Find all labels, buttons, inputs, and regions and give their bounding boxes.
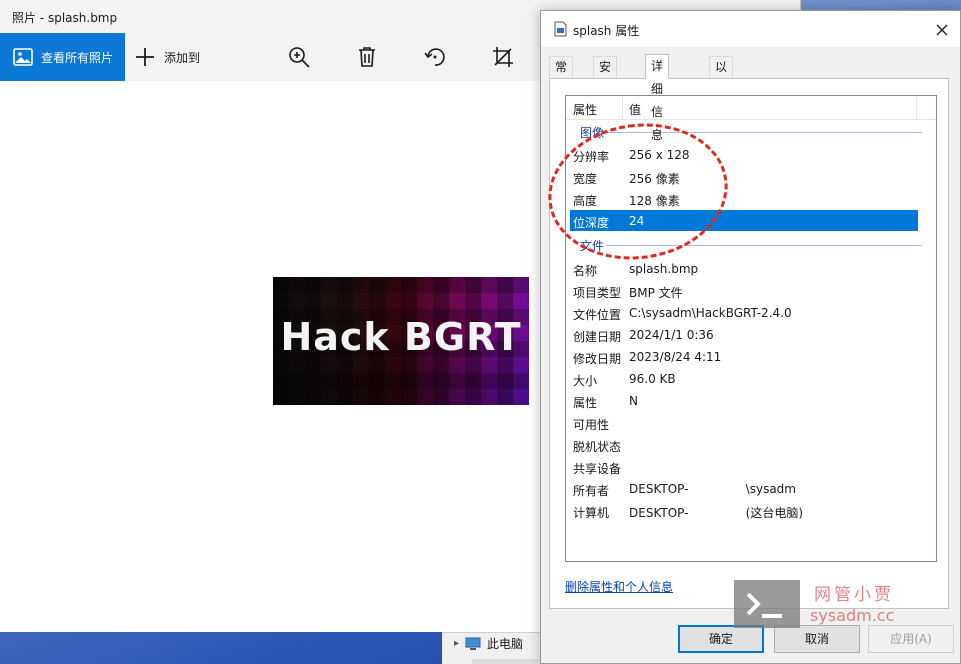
property-key: 脱机状态	[573, 440, 622, 454]
property-value: N	[629, 394, 638, 408]
photo-image-text: Hack BGRT	[280, 315, 522, 359]
group-file-label: 文件	[578, 237, 607, 254]
tab-previous-versions[interactable]: 以前的版本	[709, 56, 734, 158]
property-row-date-modified[interactable]: 修改日期 2023/8/24 4:11	[570, 346, 918, 367]
chevron-right-icon: ▸	[454, 638, 460, 649]
listview-header: 属性 值	[566, 96, 936, 120]
watermark-title: 网管小贾	[814, 585, 894, 605]
property-value: 96.0 KB	[629, 372, 676, 386]
property-row-folder-path[interactable]: 文件位置 C:\sysadm\HackBGRT-2.4.0	[570, 302, 918, 323]
property-key: 属性	[573, 396, 598, 410]
property-row-height[interactable]: 高度 128 像素	[570, 188, 918, 209]
dialog-title: splash 属性	[573, 24, 640, 38]
column-header-value[interactable]: 值	[629, 101, 641, 118]
property-key: 可用性	[573, 418, 610, 432]
property-key: 创建日期	[573, 330, 622, 344]
property-key: 高度	[573, 194, 598, 208]
property-value: 128 像素	[629, 194, 680, 208]
property-value: C:\sysadm\HackBGRT-2.4.0	[629, 306, 792, 320]
plus-icon	[136, 48, 154, 66]
remove-properties-link[interactable]: 删除属性和个人信息	[565, 578, 673, 595]
details-listview[interactable]: 属性 值 图像 分辨率 256 x 128 宽度 256 像素 高度 128 像…	[565, 95, 937, 562]
property-key: 项目类型	[573, 286, 622, 300]
property-row-computer[interactable]: 计算机 DESKTOP- (这台电脑)	[570, 500, 918, 521]
watermark-url: sysadm.cc	[810, 606, 895, 625]
property-value: 256 像素	[629, 172, 680, 186]
group-image[interactable]: 图像	[566, 124, 936, 141]
property-value: 256 x 128	[629, 148, 690, 162]
property-key: 所有者	[573, 484, 610, 498]
property-key: 修改日期	[573, 352, 622, 366]
property-value: 24	[629, 214, 645, 228]
property-row-item-type[interactable]: 项目类型 BMP 文件	[570, 280, 918, 301]
crop-icon[interactable]	[491, 45, 515, 69]
ok-button[interactable]: 确定	[678, 625, 764, 653]
property-row-size[interactable]: 大小 96.0 KB	[570, 368, 918, 389]
property-row-owner[interactable]: 所有者 DESKTOP- \sysadm	[570, 478, 918, 499]
zoom-in-icon[interactable]	[287, 45, 311, 69]
delete-icon[interactable]	[355, 45, 379, 69]
group-file[interactable]: 文件	[566, 237, 936, 254]
property-value: BMP 文件	[629, 286, 683, 300]
terminal-icon	[734, 580, 800, 628]
computer-icon	[465, 637, 481, 650]
apply-button[interactable]: 应用(A)	[868, 625, 954, 653]
property-row-name[interactable]: 名称 splash.bmp	[570, 258, 918, 279]
dialog-titlebar[interactable]: splash 属性	[541, 11, 960, 47]
cancel-button[interactable]: 取消	[774, 625, 860, 653]
property-value: 2024/1/1 0:36	[629, 328, 714, 342]
property-value: DESKTOP- \sysadm	[629, 482, 796, 496]
watermark: 网管小贾 sysadm.cc	[734, 580, 944, 628]
property-key: 宽度	[573, 172, 598, 186]
property-key: 计算机	[573, 506, 610, 520]
photo-image: Hack BGRT	[273, 277, 529, 405]
property-row-availability[interactable]: 可用性	[570, 412, 918, 433]
tab-general[interactable]: 常规	[549, 56, 574, 95]
add-to-label: 添加到	[164, 50, 201, 65]
property-key: 文件位置	[573, 308, 622, 322]
tab-security[interactable]: 安全	[593, 56, 618, 95]
explorer-nav-item[interactable]: ▸ 此电脑	[454, 635, 523, 652]
property-key: 名称	[573, 264, 598, 278]
column-divider[interactable]	[622, 96, 623, 120]
property-key: 分辨率	[573, 150, 610, 164]
property-value: 2023/8/24 4:11	[629, 350, 722, 364]
property-row-bit-depth[interactable]: 位深度 24	[570, 210, 918, 231]
property-row-resolution[interactable]: 分辨率 256 x 128	[570, 144, 918, 165]
property-row-date-created[interactable]: 创建日期 2024/1/1 0:36	[570, 324, 918, 345]
property-key: 大小	[573, 374, 598, 388]
property-row-offline-status[interactable]: 脱机状态	[570, 434, 918, 455]
property-row-attributes[interactable]: 属性 N	[570, 390, 918, 411]
tab-details[interactable]: 详细信息	[645, 54, 670, 142]
properties-dialog: splash 属性 常规 安全 详细信息 以前的版本 属性 值 图像 分辨率 2…	[540, 10, 961, 664]
view-all-photos-label: 查看所有照片	[41, 50, 114, 65]
group-image-label: 图像	[578, 124, 607, 141]
explorer-item-label: 此电脑	[487, 637, 524, 651]
file-icon	[554, 21, 567, 37]
close-icon[interactable]	[931, 19, 953, 41]
column-header-property[interactable]: 属性	[573, 101, 597, 118]
property-key: 共享设备	[573, 462, 622, 476]
rotate-icon[interactable]	[423, 45, 447, 69]
details-panel: 属性 值 图像 分辨率 256 x 128 宽度 256 像素 高度 128 像…	[549, 78, 949, 609]
view-all-photos-button[interactable]: 查看所有照片	[0, 33, 125, 81]
property-row-width[interactable]: 宽度 256 像素	[570, 166, 918, 187]
add-to-button[interactable]: 添加到	[134, 33, 200, 81]
group-divider	[606, 245, 922, 246]
property-value: splash.bmp	[629, 262, 699, 276]
gallery-icon	[13, 48, 33, 66]
photos-window-title: 照片 - splash.bmp	[12, 11, 118, 25]
property-row-shared-with[interactable]: 共享设备	[570, 456, 918, 477]
property-value: DESKTOP- (这台电脑)	[629, 506, 804, 520]
property-key: 位深度	[573, 216, 610, 230]
column-divider[interactable]	[916, 96, 917, 120]
